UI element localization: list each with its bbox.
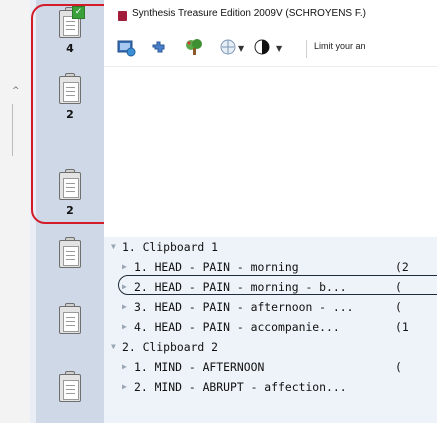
- tree-item-count: (2: [395, 260, 409, 274]
- tree-item[interactable]: ▶ 1. MIND - AFTERNOON (: [104, 357, 437, 377]
- tree-item[interactable]: ▶ 2. MIND - ABRUPT - affection...: [104, 377, 437, 397]
- collapsed-triangle-icon[interactable]: ▶: [122, 297, 127, 317]
- tree-item-label: 4. HEAD - PAIN - accompanie...: [134, 320, 340, 334]
- collapsed-triangle-icon[interactable]: ▶: [122, 357, 127, 377]
- window-title: Synthesis Treasure Edition 2009V (SCHROY…: [132, 8, 366, 19]
- collapsed-triangle-icon[interactable]: ▶: [122, 377, 127, 397]
- tree-group-label: 1. Clipboard 1: [122, 240, 219, 254]
- globe-dropdown-caret-icon[interactable]: ▼: [238, 44, 244, 53]
- tree-item-count: (: [395, 360, 402, 374]
- toolbar: ▼ ▼ Limit your an: [104, 30, 437, 67]
- panel-splitter[interactable]: [12, 104, 19, 156]
- window-titlebar: Synthesis Treasure Edition 2009V (SCHROY…: [104, 0, 437, 30]
- tree-item-count: (: [395, 300, 402, 314]
- content-blank-area: [104, 67, 437, 237]
- tree-item-label: 3. HEAD - PAIN - afternoon - ...: [134, 300, 354, 314]
- toolbar-separator: [306, 40, 307, 58]
- clipboard-icon: [59, 374, 81, 402]
- collapsed-triangle-icon[interactable]: ▶: [122, 257, 127, 277]
- half-moon-icon[interactable]: [252, 37, 272, 57]
- tree-item[interactable]: ▶ 4. HEAD - PAIN - accompanie... (1: [104, 317, 437, 337]
- tree-item[interactable]: ▶ 3. HEAD - PAIN - afternoon - ... (: [104, 297, 437, 317]
- clipboard-tree: ▼ 1. Clipboard 1 ▶ 1. HEAD - PAIN - morn…: [104, 237, 437, 423]
- tree-item-label: 2. MIND - ABRUPT - affection...: [134, 380, 347, 394]
- tree-item-label: 1. HEAD - PAIN - morning: [134, 260, 299, 274]
- screen-icon[interactable]: [116, 37, 136, 57]
- collapsed-triangle-icon[interactable]: ▶: [122, 317, 127, 337]
- tree-item-count: (: [395, 280, 402, 294]
- clipboard-5-button[interactable]: [56, 302, 84, 338]
- tree-item-label: 2. HEAD - PAIN - morning - b...: [134, 280, 347, 294]
- tree-item-selected[interactable]: ▶ 2. HEAD - PAIN - morning - b... (: [104, 275, 437, 297]
- globe-icon[interactable]: [218, 37, 238, 57]
- left-panel-strip: ^: [0, 0, 31, 423]
- clipboard-icon: [59, 306, 81, 334]
- half-moon-dropdown-caret-icon[interactable]: ▼: [276, 44, 282, 53]
- tree-group-label: 2. Clipboard 2: [122, 340, 219, 354]
- tree-item-label: 1. MIND - AFTERNOON: [134, 360, 265, 374]
- expand-triangle-icon[interactable]: ▼: [111, 337, 116, 357]
- collapsed-triangle-icon[interactable]: ▶: [122, 277, 127, 297]
- tree-group-clipboard-2[interactable]: ▼ 2. Clipboard 2: [104, 337, 437, 357]
- tree-item-count: (1: [395, 320, 409, 334]
- puzzle-icon[interactable]: [150, 37, 170, 57]
- app-logo-icon: [118, 11, 127, 21]
- expand-triangle-icon[interactable]: ▼: [111, 237, 116, 257]
- limit-label: Limit your an: [314, 41, 366, 51]
- tree-icon[interactable]: [184, 37, 204, 57]
- tree-group-clipboard-1[interactable]: ▼ 1. Clipboard 1: [104, 237, 437, 257]
- clipboard-icon: [59, 240, 81, 268]
- clipboard-4-button[interactable]: [56, 236, 84, 272]
- collapse-arrow-icon[interactable]: ^: [12, 86, 20, 96]
- clipboard-6-button[interactable]: [56, 370, 84, 406]
- tree-item[interactable]: ▶ 1. HEAD - PAIN - morning (2: [104, 257, 437, 277]
